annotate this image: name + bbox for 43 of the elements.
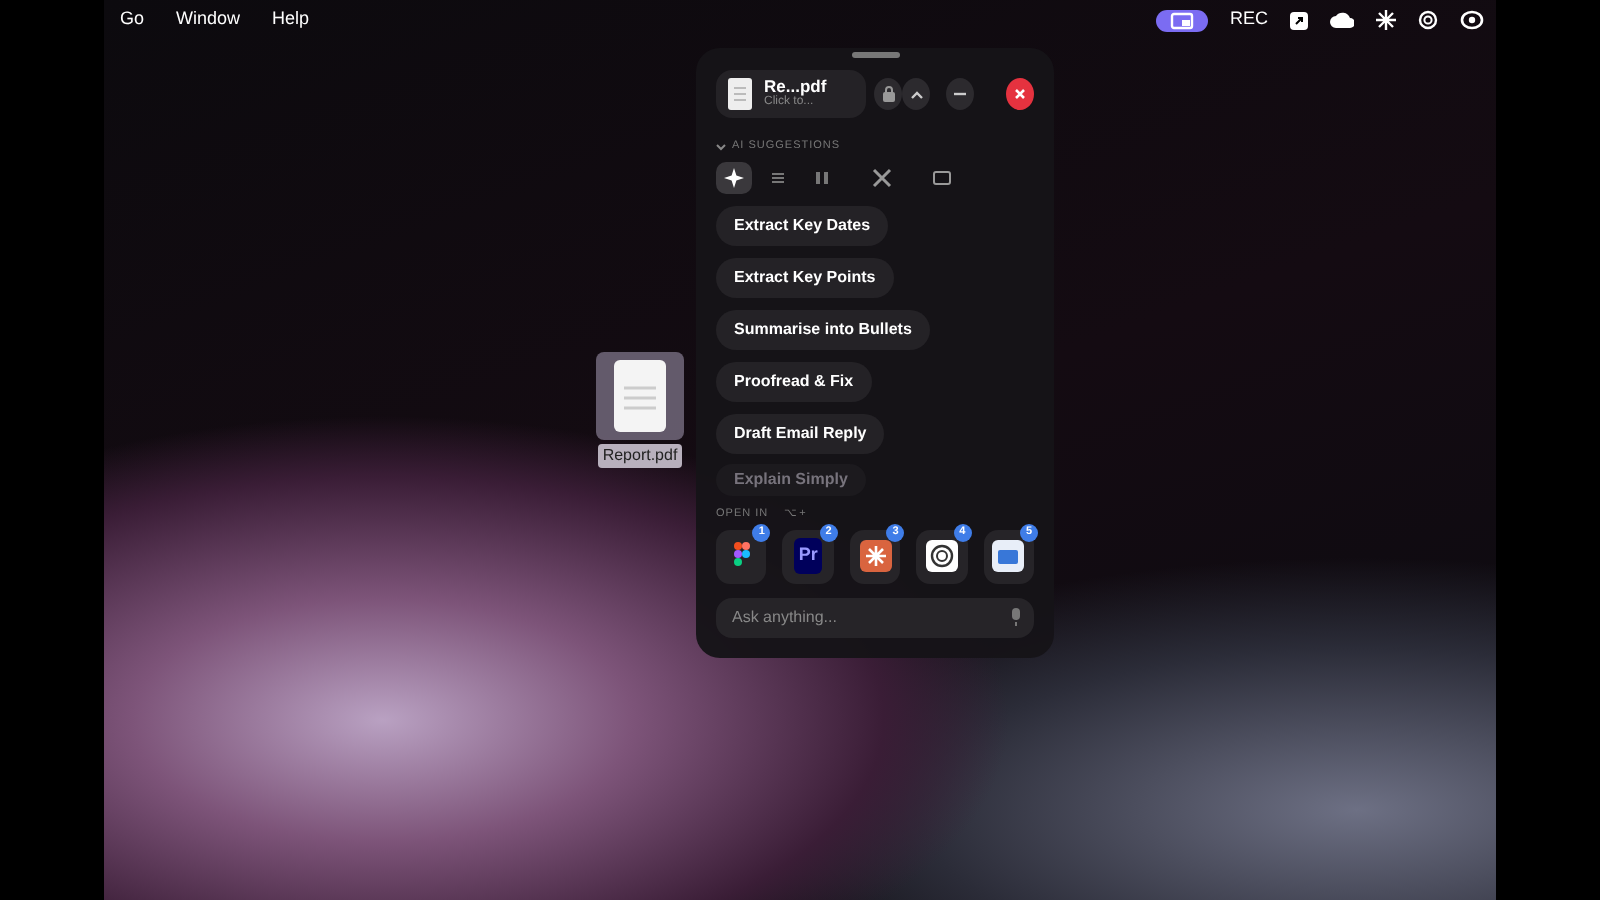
cloud-icon (1330, 12, 1354, 28)
ask-field[interactable]: Ask anything... (716, 597, 1034, 637)
screen-share-button[interactable] (1155, 9, 1208, 31)
status-item[interactable] (1376, 10, 1396, 30)
chevron-up-icon (909, 89, 923, 99)
suggestion-chip[interactable]: Draft Email Reply (716, 414, 885, 455)
suggestion-chip[interactable]: Explain Simply (716, 464, 866, 497)
status-item[interactable] (1460, 10, 1484, 30)
screen-icon (932, 168, 952, 189)
file-name: Report.pdf (598, 444, 682, 468)
status-item[interactable] (1330, 12, 1354, 28)
screen-icon (1169, 11, 1194, 29)
minimize-button[interactable] (946, 78, 974, 110)
collapse-button[interactable] (902, 78, 930, 110)
tool-tab[interactable] (716, 162, 752, 195)
lock-button[interactable] (874, 78, 902, 110)
minus-icon (954, 92, 966, 96)
window-icon (992, 540, 1025, 572)
document-icon (614, 360, 666, 432)
suggestion-chip[interactable]: Extract Key Points (716, 258, 894, 299)
ask-input[interactable]: Ask anything... (728, 603, 1010, 631)
square-arrow-icon (1290, 11, 1308, 29)
suggestion-chip[interactable]: Summarise into Bullets (716, 310, 930, 351)
app-logo: Pr (794, 538, 822, 574)
status-item[interactable]: REC (1229, 6, 1268, 34)
menu-item[interactable]: Go (104, 6, 161, 34)
microphone-icon (1010, 608, 1022, 626)
file-title: Re...pdf (764, 78, 827, 96)
close-button[interactable] (1006, 78, 1034, 110)
sparkle-icon (724, 168, 744, 189)
list-icon (768, 168, 788, 189)
suggestion-chip[interactable]: Extract Key Dates (716, 206, 889, 247)
ring-icon (1460, 10, 1484, 30)
document-icon (728, 78, 752, 110)
lock-icon (881, 86, 895, 102)
suggestion-chip[interactable]: Proofread & Fix (716, 362, 872, 403)
starburst-icon (1376, 10, 1396, 30)
burst-icon (859, 540, 892, 572)
menu-item[interactable]: Help (256, 6, 326, 34)
status-item[interactable] (1290, 11, 1308, 29)
drag-handle[interactable] (851, 52, 899, 58)
close-icon (1014, 88, 1026, 100)
menu-item[interactable]: Window (160, 6, 257, 34)
